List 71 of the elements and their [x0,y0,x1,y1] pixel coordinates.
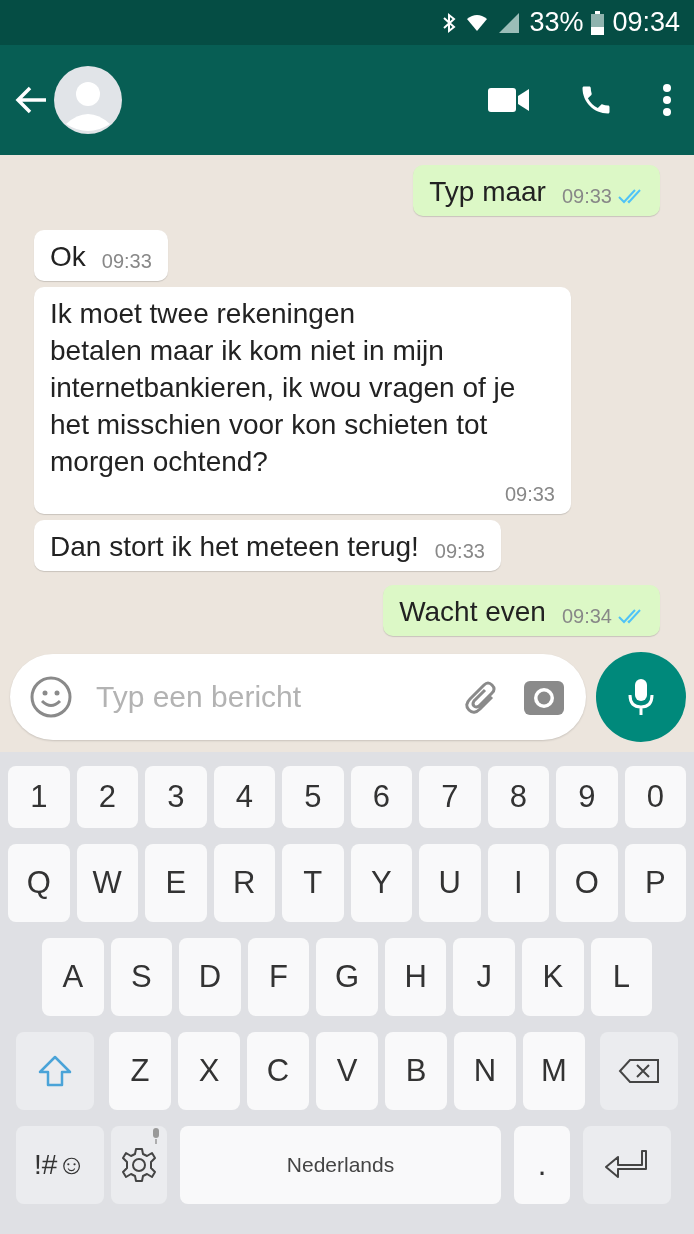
enter-key[interactable] [583,1126,671,1204]
key[interactable]: C [247,1032,309,1110]
message-text: Ik moet twee rekeningen betalen maar ik kom niet in mijn internetbankieren, ik wou vragen of je het misschien voor kon schieten tot morgen ochtend? [50,297,517,479]
back-arrow-icon [14,85,48,115]
key[interactable]: 0 [624,766,686,828]
bluetooth-icon [441,10,458,35]
key[interactable]: P [624,844,686,922]
video-camera-icon [488,86,530,114]
key[interactable]: W [76,844,138,922]
key[interactable]: 6 [350,766,412,828]
camera-icon[interactable] [524,679,564,715]
symbols-key[interactable]: !#☺ [16,1126,104,1204]
key[interactable]: Z [109,1032,171,1110]
avatar-icon[interactable] [54,66,122,134]
message-time: 09:33 [504,482,555,507]
key[interactable]: X [178,1032,240,1110]
key[interactable]: F [247,938,310,1016]
key[interactable]: N [454,1032,516,1110]
message-text: Dan stort ik het meteen terug! [50,530,419,564]
key[interactable]: M [523,1032,585,1110]
message-time: 09:34 [561,604,612,629]
message-input-field[interactable]: Typ een bericht [10,654,586,740]
message-input[interactable]: Typ een bericht [94,679,440,715]
key[interactable]: Y [350,844,412,922]
signal-icon [497,11,522,34]
backspace-icon [618,1058,660,1084]
key[interactable]: S [110,938,173,1016]
key[interactable]: J [453,938,515,1016]
key[interactable]: Q [8,844,70,922]
key[interactable]: R [213,844,275,922]
more-options-icon [662,83,672,117]
key[interactable]: H [384,938,447,1016]
battery-icon [591,10,605,35]
settings-key[interactable] [111,1126,167,1204]
shift-arrow-icon [38,1055,72,1087]
key[interactable]: B [385,1032,447,1110]
message-time: 09:33 [434,539,485,564]
key[interactable]: 2 [76,766,138,828]
key[interactable]: U [419,844,481,922]
smiley-icon [30,676,72,718]
key[interactable]: E [145,844,207,922]
key[interactable]: D [179,938,241,1016]
message-time: 09:33 [101,249,152,274]
period-key[interactable]: . [514,1126,570,1204]
key[interactable]: 7 [419,766,481,828]
key[interactable]: L [590,938,653,1016]
microphone-icon [628,678,654,716]
enter-arrow-icon [604,1149,650,1181]
clock: 09:34 [612,7,680,38]
key[interactable]: T [282,844,344,922]
key[interactable]: V [316,1032,378,1110]
key[interactable]: K [521,938,584,1016]
space-key[interactable]: Nederlands [180,1126,501,1204]
key[interactable]: G [316,938,378,1016]
key[interactable]: 1 [8,766,70,828]
key[interactable]: 3 [145,766,207,828]
key[interactable]: O [556,844,618,922]
key[interactable]: 9 [556,766,618,828]
backspace-key[interactable] [600,1032,678,1110]
message-text: Wacht even [399,595,546,629]
key[interactable]: 8 [487,766,549,828]
message-time: 09:33 [561,184,612,209]
key[interactable]: I [487,844,549,922]
settings-icon [119,1145,159,1185]
key[interactable]: 5 [282,766,344,828]
message-text: Ok [50,240,86,274]
key[interactable]: 4 [213,766,275,828]
message-text: Typ maar [429,175,546,209]
battery-percent: 33% [529,7,584,38]
microphone-icon [151,1128,161,1144]
key[interactable]: A [42,938,104,1016]
